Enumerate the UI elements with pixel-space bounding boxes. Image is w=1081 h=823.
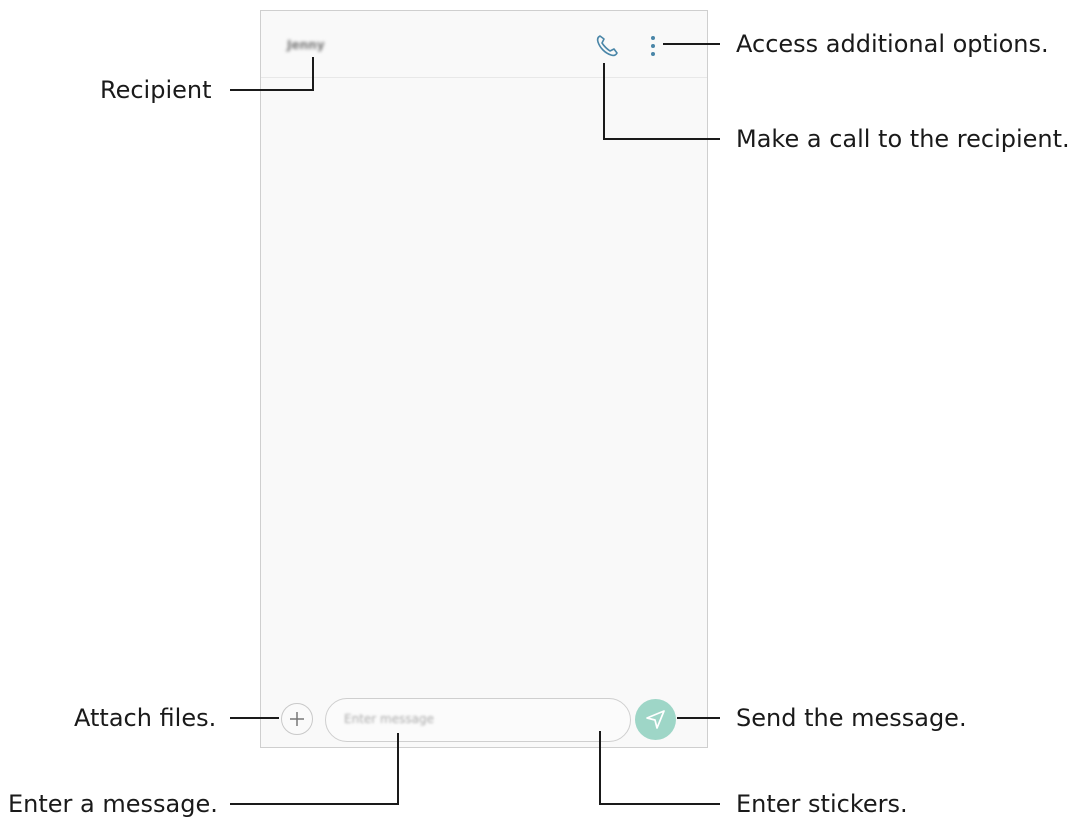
- conversation-header: Jenny: [261, 11, 707, 78]
- stickers-callout-line: [599, 731, 601, 805]
- recipient-callout-line: [312, 57, 314, 91]
- phone-icon[interactable]: [594, 33, 620, 59]
- message-callout-line: [230, 803, 399, 805]
- send-callout-line: [677, 717, 720, 719]
- enter-message-label: Enter a message.: [8, 790, 218, 818]
- send-label: Send the message.: [736, 704, 967, 732]
- message-callout-line: [397, 733, 399, 805]
- attach-button[interactable]: [281, 703, 313, 735]
- call-label: Make a call to the recipient.: [736, 125, 1070, 153]
- plus-icon: [289, 711, 304, 726]
- recipient-name[interactable]: Jenny: [287, 38, 325, 52]
- composer-bar: Enter message: [261, 687, 707, 749]
- options-callout-line: [663, 43, 720, 45]
- recipient-label: Recipient: [100, 76, 212, 104]
- stickers-label: Enter stickers.: [736, 790, 908, 818]
- options-label: Access additional options.: [736, 30, 1049, 58]
- message-input[interactable]: Enter message: [325, 698, 673, 742]
- message-placeholder: Enter message: [344, 712, 434, 726]
- call-callout-line: [603, 138, 720, 140]
- attach-callout-line: [230, 717, 279, 719]
- more-options-icon[interactable]: [649, 33, 657, 59]
- send-icon: [646, 710, 665, 729]
- message-screen: Jenny Enter message: [260, 10, 708, 748]
- stickers-callout-line: [599, 803, 720, 805]
- call-callout-line: [603, 63, 605, 140]
- send-button[interactable]: [635, 699, 676, 740]
- recipient-callout-line: [230, 89, 314, 91]
- attach-label: Attach files.: [74, 704, 217, 732]
